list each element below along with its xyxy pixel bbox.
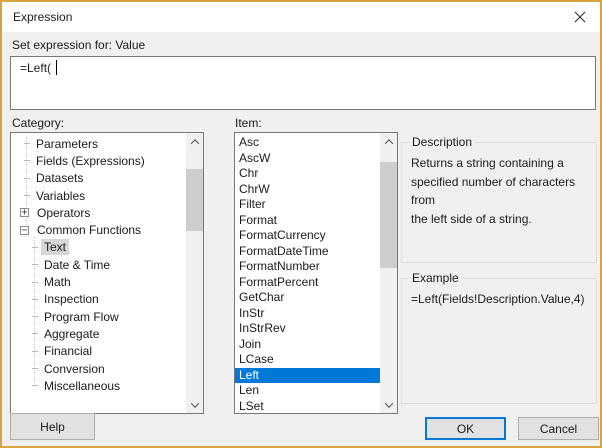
tree-connector [32,281,38,283]
scrollbar-down-button[interactable] [186,396,203,413]
description-groupbox: Description Returns a string containing … [401,135,597,263]
tree-item-label: Aggregate [44,326,100,341]
item-listbox: Asc AscW Chr ChrW Filter Format FormatCurrency… [234,132,398,414]
item-scrollbar[interactable] [380,133,397,413]
chevron-up-icon [190,138,199,148]
tree-item-datasets[interactable]: Datasets [11,170,186,187]
title-bar: Expression [2,2,600,32]
description-title: Description [409,135,476,149]
plus-expander-icon[interactable]: + [20,208,29,218]
tree-connector [32,350,38,352]
tree-item-variables[interactable]: Variables [11,187,186,204]
list-item-formatcurrency[interactable]: FormatCurrency [235,228,380,244]
expression-input[interactable]: =Left( [10,56,596,110]
tree-connector [32,385,38,387]
tree-connector [32,368,38,369]
list-item-instr[interactable]: InStr [235,306,380,322]
minus-expander-icon[interactable]: − [20,225,29,235]
chevron-down-icon [384,398,393,408]
text-caret [56,60,57,75]
help-button[interactable]: Help [10,413,95,440]
list-item-ascw[interactable]: AscW [235,151,380,167]
tree-item-label: Text [41,239,70,256]
list-item-left[interactable]: Left [235,367,380,383]
scrollbar-up-button[interactable] [186,133,203,150]
tree-item-math[interactable]: Math [11,273,186,290]
list-item-lset[interactable]: LSet [235,399,380,414]
tree-item-label: Datasets [36,171,84,186]
list-item-getchar[interactable]: GetChar [235,290,380,306]
tree-item-operators[interactable]: + Operators [11,204,186,221]
tree-item-inspection[interactable]: Inspection [11,291,186,308]
tree-item-conversion[interactable]: Conversion [11,360,186,377]
example-title: Example [409,271,462,285]
tree-connector [32,298,38,300]
category-tree: Parameters Fields (Expressions) Datasets Va… [11,133,186,413]
tree-item-label: Math [44,275,71,290]
tree-item-label: Conversion [44,361,105,376]
list-item-lcase[interactable]: LCase [235,352,380,368]
list-item-chr[interactable]: Chr [235,166,380,182]
tree-item-label: Parameters [36,136,99,151]
tree-item-aggregate[interactable]: Aggregate [11,325,186,342]
chevron-up-icon [384,138,393,148]
close-button[interactable] [569,7,591,27]
example-text: =Left(Fields!Description.Value,4) [411,292,585,306]
example-groupbox: Example =Left(Fields!Description.Value,4… [401,271,597,404]
list-item-len[interactable]: Len [235,383,380,399]
tree-item-label: Financial [44,344,93,359]
tree-connector [32,333,38,335]
expression-value: =Left( [20,61,52,75]
category-scrollbar[interactable] [186,133,203,413]
tree-connector [32,246,38,248]
tree-item-label: Inspection [44,292,99,307]
tree-item-common-functions[interactable]: − Common Functions [11,221,186,238]
scrollbar-down-button[interactable] [380,396,397,413]
category-label: Category: [12,116,65,130]
tree-item-miscellaneous[interactable]: Miscellaneous [11,377,186,394]
tree-connector [32,316,38,318]
tree-item-date-time[interactable]: Date & Time [11,256,186,273]
list-item-asc[interactable]: Asc [235,135,380,151]
item-list: Asc AscW Chr ChrW Filter Format FormatCurrency… [235,133,380,413]
tree-item-label: Variables [36,188,86,203]
close-icon [574,11,586,23]
list-item-formatpercent[interactable]: FormatPercent [235,275,380,291]
tree-item-text[interactable]: Text [11,239,186,256]
list-item-instrrev[interactable]: InStrRev [235,321,380,337]
tree-item-label: Date & Time [44,257,111,272]
expression-dialog: Expression Set expression for: Value =Le… [0,0,602,448]
tree-item-program-flow[interactable]: Program Flow [11,308,186,325]
tree-connector [24,195,30,197]
tree-item-fields-expressions[interactable]: Fields (Expressions) [11,152,186,169]
chevron-down-icon [190,398,199,408]
set-expression-label: Set expression for: Value [12,38,146,52]
tree-item-financial[interactable]: Financial [11,343,186,360]
description-text: Returns a string containing a specified … [411,156,576,226]
item-label: Item: [235,116,262,130]
tree-connector [24,177,30,179]
scrollbar-thumb[interactable] [380,162,397,268]
scrollbar-thumb[interactable] [186,169,203,231]
list-item-chrw[interactable]: ChrW [235,182,380,198]
list-item-formatnumber[interactable]: FormatNumber [235,259,380,275]
tree-connector [24,143,30,145]
category-listbox: Parameters Fields (Expressions) Datasets Va… [10,132,204,414]
tree-item-label: Fields (Expressions) [36,153,145,168]
tree-item-label: Operators [37,205,91,220]
ok-button[interactable]: OK [425,417,506,440]
cancel-button[interactable]: Cancel [518,417,599,440]
tree-item-label: Common Functions [37,223,142,238]
list-item-format[interactable]: Format [235,213,380,229]
tree-item-label: Miscellaneous [44,378,121,393]
tree-item-label: Program Flow [44,309,119,324]
tree-item-parameters[interactable]: Parameters [11,135,186,152]
list-item-filter[interactable]: Filter [235,197,380,213]
tree-connector [32,264,38,266]
tree-connector [24,160,30,162]
window-title: Expression [13,10,73,24]
list-item-join[interactable]: Join [235,337,380,353]
scrollbar-up-button[interactable] [380,133,397,150]
list-item-formatdatetime[interactable]: FormatDateTime [235,244,380,260]
